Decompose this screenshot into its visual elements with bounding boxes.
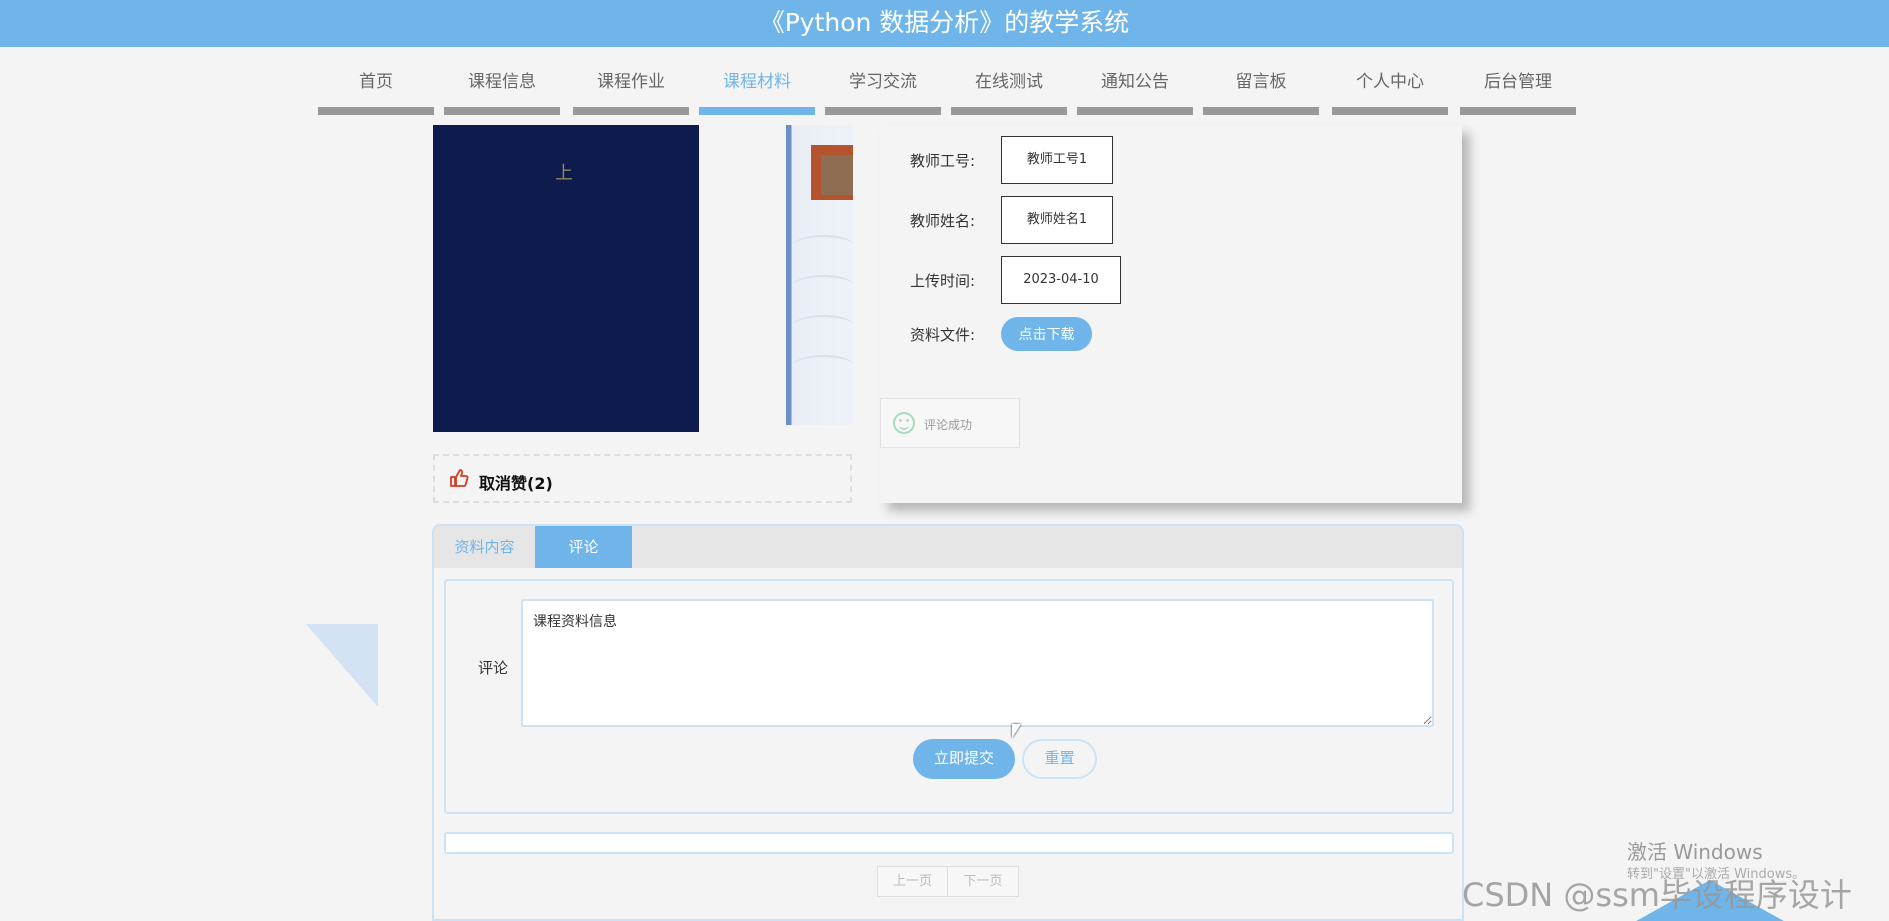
nav-item-home[interactable]: 首页 bbox=[318, 47, 434, 115]
submit-button[interactable]: 立即提交 bbox=[913, 739, 1015, 779]
comment-label: 评论 bbox=[478, 659, 509, 677]
reset-button[interactable]: 重置 bbox=[1022, 739, 1097, 779]
nav-item-course-homework[interactable]: 课程作业 bbox=[573, 47, 689, 115]
nav-item-personal-center[interactable]: 个人中心 bbox=[1332, 47, 1448, 115]
book-cover-artwork-detail bbox=[821, 155, 853, 195]
book-cover-char: 上 bbox=[555, 163, 573, 184]
smile-icon bbox=[893, 412, 915, 434]
cloud-pattern bbox=[794, 235, 853, 255]
nav-item-label: 个人中心 bbox=[1356, 72, 1424, 92]
cloud-pattern bbox=[794, 275, 853, 295]
comment-form: 评论 立即提交 重置 bbox=[444, 579, 1454, 814]
thumbs-up-icon bbox=[450, 469, 469, 487]
decorative-triangle bbox=[306, 624, 378, 707]
file-label: 资料文件: bbox=[910, 326, 976, 344]
upload-time-label: 上传时间: bbox=[910, 272, 976, 290]
upload-time-value: 2023-04-10 bbox=[1001, 256, 1121, 304]
nav-item-label: 课程作业 bbox=[597, 72, 665, 92]
nav-item-admin[interactable]: 后台管理 bbox=[1460, 47, 1576, 115]
nav-item-label: 后台管理 bbox=[1484, 72, 1552, 92]
nav-item-label: 学习交流 bbox=[849, 72, 917, 92]
site-header: 《Python 数据分析》的教学系统 bbox=[0, 0, 1889, 47]
tab-bar: 资料内容 评论 bbox=[434, 526, 1462, 568]
main-nav: 首页 课程信息 课程作业 课程材料 学习交流 在线测试 通知公告 留言板 个人中… bbox=[318, 47, 1576, 115]
like-toggle[interactable]: 取消赞(2) bbox=[433, 454, 852, 503]
nav-item-label: 留言板 bbox=[1235, 72, 1287, 92]
windows-activation-title: 激活 Windows bbox=[1627, 840, 1763, 864]
material-info-panel: 教师工号: 教师工号1 教师姓名: 教师姓名1 上传时间: 2023-04-10… bbox=[880, 125, 1462, 503]
book-cover-image: 上 bbox=[433, 125, 699, 432]
like-label: 取消赞(2) bbox=[479, 474, 553, 493]
nav-item-label: 通知公告 bbox=[1101, 72, 1169, 92]
toast-message: 评论成功 bbox=[880, 398, 1020, 448]
site-title: 《Python 数据分析》的教学系统 bbox=[759, 8, 1130, 37]
teacher-id-label: 教师工号: bbox=[910, 152, 976, 170]
nav-item-notices[interactable]: 通知公告 bbox=[1077, 47, 1193, 115]
comment-list bbox=[444, 832, 1454, 854]
download-button[interactable]: 点击下载 bbox=[1001, 317, 1092, 351]
mouse-cursor-icon bbox=[1012, 724, 1021, 738]
nav-item-label: 课程信息 bbox=[468, 72, 536, 92]
nav-item-message-board[interactable]: 留言板 bbox=[1203, 47, 1319, 115]
teacher-id-value: 教师工号1 bbox=[1001, 136, 1113, 184]
csdn-watermark: CSDN @ssm毕设程序设计 bbox=[1462, 876, 1852, 914]
comment-textarea[interactable] bbox=[521, 599, 1434, 727]
tab-material-content[interactable]: 资料内容 bbox=[434, 526, 535, 568]
toast-text: 评论成功 bbox=[924, 418, 973, 432]
cloud-pattern bbox=[794, 355, 853, 375]
prev-page-button[interactable]: 上一页 bbox=[877, 866, 948, 897]
nav-item-label: 在线测试 bbox=[975, 72, 1043, 92]
book-cover-image-2 bbox=[786, 125, 853, 425]
nav-item-course-info[interactable]: 课程信息 bbox=[444, 47, 560, 115]
next-page-button[interactable]: 下一页 bbox=[948, 866, 1019, 897]
nav-item-label: 课程材料 bbox=[723, 72, 791, 92]
cloud-pattern bbox=[794, 315, 853, 335]
teacher-name-label: 教师姓名: bbox=[910, 212, 976, 230]
tab-comment[interactable]: 评论 bbox=[535, 526, 632, 568]
nav-item-course-materials[interactable]: 课程材料 bbox=[699, 47, 815, 115]
pagination: 上一页 下一页 bbox=[877, 866, 1019, 897]
detail-tabs-panel: 资料内容 评论 评论 立即提交 重置 上一页 下一页 bbox=[432, 524, 1464, 921]
nav-item-label: 首页 bbox=[359, 72, 393, 92]
nav-item-study-exchange[interactable]: 学习交流 bbox=[825, 47, 941, 115]
nav-item-online-test[interactable]: 在线测试 bbox=[951, 47, 1067, 115]
teacher-name-value: 教师姓名1 bbox=[1001, 196, 1113, 244]
